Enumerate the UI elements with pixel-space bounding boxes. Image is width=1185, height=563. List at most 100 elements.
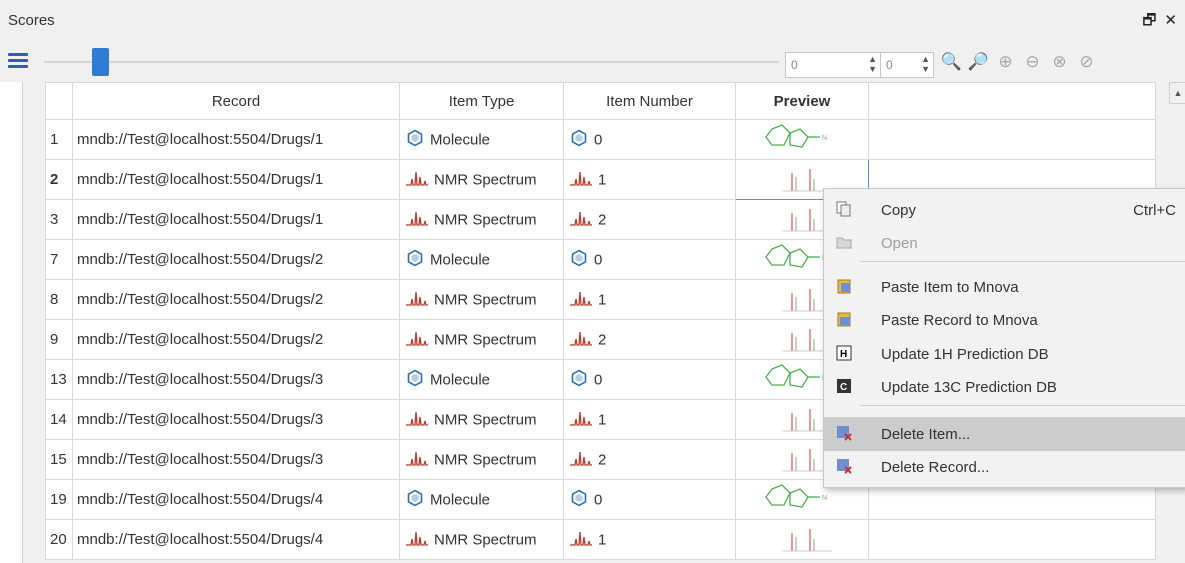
table-row[interactable]: 1 mndb://Test@localhost:5504/Drugs/1 Molec…	[45, 119, 1156, 160]
empty-cell	[868, 119, 1156, 160]
panel-titlebar: Scores 🗗 ✕	[0, 0, 1185, 40]
zoom-more-icon[interactable]: ⊘	[1073, 52, 1100, 72]
row-index[interactable]: 14	[45, 399, 73, 440]
item-number-label: 2	[598, 451, 607, 468]
column-header-item-type[interactable]: Item Type	[399, 82, 564, 120]
zoom-out-icon[interactable]: ⊖	[1019, 52, 1046, 72]
nmr-spectrum-icon	[406, 329, 428, 351]
row-index[interactable]: 15	[45, 439, 73, 480]
item-number-cell[interactable]: 0	[563, 119, 736, 160]
menu-item-paste-record-to-mnova[interactable]: Paste Record to Mnova	[824, 303, 1185, 337]
svg-text:N: N	[822, 495, 827, 502]
column-header-record[interactable]: Record	[72, 82, 400, 120]
record-cell[interactable]: mndb://Test@localhost:5504/Drugs/1	[72, 199, 400, 240]
spin-box-2-value: 0	[886, 58, 893, 72]
item-number-cell[interactable]: 0	[563, 479, 736, 520]
item-number-cell[interactable]: 1	[563, 399, 736, 440]
spin-box-1[interactable]: 0 ▲ ▼	[785, 52, 881, 78]
h-prediction-icon: H	[836, 345, 852, 361]
column-header-item-number[interactable]: Item Number	[563, 82, 736, 120]
item-type-label: NMR Spectrum	[434, 331, 537, 348]
row-index[interactable]: 2	[45, 159, 73, 200]
item-type-cell[interactable]: Molecule	[399, 119, 564, 160]
record-cell[interactable]: mndb://Test@localhost:5504/Drugs/4	[72, 479, 400, 520]
item-number-cell[interactable]: 2	[563, 319, 736, 360]
item-type-cell[interactable]: Molecule	[399, 239, 564, 280]
table-row[interactable]: 20 mndb://Test@localhost:5504/Drugs/4 NMR …	[45, 519, 1156, 560]
row-index[interactable]: 20	[45, 519, 73, 560]
slider-thumb[interactable]	[92, 48, 109, 76]
item-type-cell[interactable]: NMR Spectrum	[399, 319, 564, 360]
record-cell[interactable]: mndb://Test@localhost:5504/Drugs/3	[72, 359, 400, 400]
item-type-cell[interactable]: NMR Spectrum	[399, 519, 564, 560]
menu-icon[interactable]	[8, 53, 28, 69]
nmr-spectrum-icon	[570, 209, 592, 231]
menu-item-paste-item-to-mnova[interactable]: Paste Item to Mnova	[824, 270, 1185, 304]
row-index[interactable]: 3	[45, 199, 73, 240]
row-index[interactable]: 19	[45, 479, 73, 520]
record-cell[interactable]: mndb://Test@localhost:5504/Drugs/2	[72, 239, 400, 280]
item-number-label: 1	[598, 171, 607, 188]
nmr-spectrum-icon	[406, 209, 428, 231]
preview-cell[interactable]: N	[735, 119, 869, 160]
item-type-cell[interactable]: NMR Spectrum	[399, 159, 564, 200]
item-number-cell[interactable]: 0	[563, 359, 736, 400]
nmr-spectrum-icon	[570, 409, 592, 431]
menu-item-delete-item[interactable]: Delete Item...	[824, 417, 1185, 451]
zoom-reset-icon[interactable]: 🔍	[938, 52, 965, 72]
spin-arrows-icon[interactable]: ▲ ▼	[921, 54, 930, 74]
nmr-spectrum-icon	[406, 449, 428, 471]
item-type-cell[interactable]: NMR Spectrum	[399, 199, 564, 240]
item-number-cell[interactable]: 2	[563, 439, 736, 480]
column-header-preview[interactable]: Preview	[735, 82, 869, 120]
row-index[interactable]: 1	[45, 119, 73, 160]
item-type-cell[interactable]: Molecule	[399, 479, 564, 520]
restore-icon[interactable]: 🗗	[1142, 12, 1156, 29]
record-cell[interactable]: mndb://Test@localhost:5504/Drugs/3	[72, 439, 400, 480]
record-cell[interactable]: mndb://Test@localhost:5504/Drugs/2	[72, 279, 400, 320]
row-index[interactable]: 9	[45, 319, 73, 360]
item-type-cell[interactable]: Molecule	[399, 359, 564, 400]
spin-box-2[interactable]: 0 ▲ ▼	[880, 52, 934, 78]
item-number-cell[interactable]: 1	[563, 519, 736, 560]
zoom-slider[interactable]	[44, 61, 779, 63]
item-number-cell[interactable]: 1	[563, 279, 736, 320]
nmr-spectrum-icon	[570, 289, 592, 311]
item-number-cell[interactable]: 2	[563, 199, 736, 240]
zoom-in-icon[interactable]: ⊕	[992, 52, 1019, 72]
item-type-cell[interactable]: NMR Spectrum	[399, 399, 564, 440]
panel-title: Scores	[8, 12, 55, 29]
menu-item-update-13c-prediction-db[interactable]: C Update 13C Prediction DB	[824, 370, 1185, 404]
menu-item-shortcut: Ctrl+C	[1133, 202, 1176, 219]
zoom-auto-icon[interactable]: ⊗	[1046, 52, 1073, 72]
item-number-cell[interactable]: 0	[563, 239, 736, 280]
scroll-up-button[interactable]: ▲	[1169, 82, 1185, 104]
spin-arrows-icon[interactable]: ▲ ▼	[868, 54, 877, 74]
context-menu: Copy Ctrl+C Open Paste Item to Mnova Paste R…	[823, 188, 1185, 488]
item-number-label: 0	[594, 131, 603, 148]
item-type-label: NMR Spectrum	[434, 531, 537, 548]
record-cell[interactable]: mndb://Test@localhost:5504/Drugs/1	[72, 159, 400, 200]
row-index[interactable]: 7	[45, 239, 73, 280]
close-icon[interactable]: ✕	[1164, 12, 1177, 29]
zoom-fit-icon[interactable]: 🔎	[965, 52, 992, 72]
row-index[interactable]: 13	[45, 359, 73, 400]
menu-item-label: Delete Item...	[881, 426, 971, 443]
item-type-cell[interactable]: NMR Spectrum	[399, 279, 564, 320]
item-type-cell[interactable]: NMR Spectrum	[399, 439, 564, 480]
preview-cell[interactable]	[735, 519, 869, 560]
menu-item-delete-record[interactable]: Delete Record...	[824, 450, 1185, 484]
menu-separator	[860, 405, 1185, 406]
menu-item-update-1h-prediction-db[interactable]: H Update 1H Prediction DB	[824, 337, 1185, 371]
menu-item-copy[interactable]: Copy Ctrl+C	[824, 193, 1185, 227]
item-type-label: Molecule	[430, 251, 491, 268]
row-index[interactable]: 8	[45, 279, 73, 320]
row-index-header[interactable]	[45, 82, 73, 120]
menu-item-open: Open	[824, 226, 1185, 260]
record-cell[interactable]: mndb://Test@localhost:5504/Drugs/2	[72, 319, 400, 360]
record-cell[interactable]: mndb://Test@localhost:5504/Drugs/3	[72, 399, 400, 440]
record-cell[interactable]: mndb://Test@localhost:5504/Drugs/1	[72, 119, 400, 160]
item-number-cell[interactable]: 1	[563, 159, 736, 200]
header-row: Record Item Type Item Number Preview	[45, 82, 1156, 120]
record-cell[interactable]: mndb://Test@localhost:5504/Drugs/4	[72, 519, 400, 560]
